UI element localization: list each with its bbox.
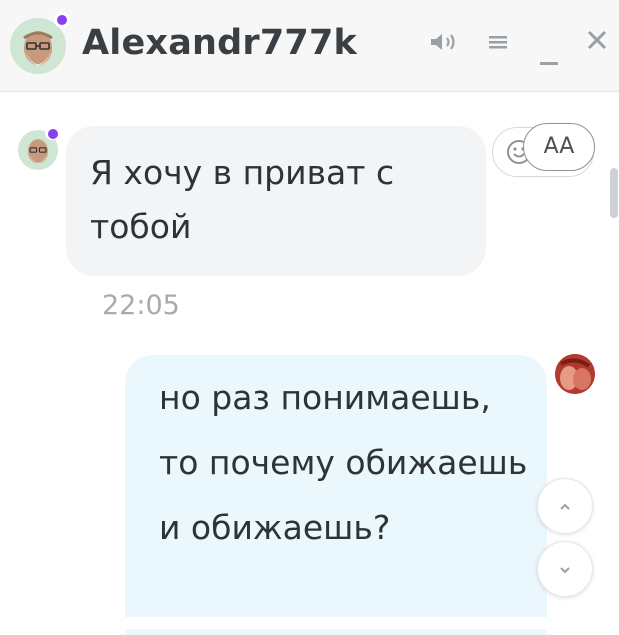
chat-header: Alexandr777k [0, 0, 619, 92]
minimize-icon[interactable] [534, 30, 564, 65]
scroll-down-button[interactable] [537, 541, 593, 597]
sender-online-icon [45, 126, 59, 140]
menu-icon[interactable] [484, 30, 512, 64]
incoming-message-bubble[interactable]: Я хочу в приват с тобой [66, 126, 486, 276]
close-icon[interactable] [582, 28, 612, 62]
speaker-icon[interactable] [424, 30, 464, 64]
message-timestamp: 22:05 [102, 290, 180, 321]
scroll-up-button[interactable] [537, 478, 593, 534]
contact-name[interactable]: Alexandr777k [82, 23, 357, 63]
incoming-message-text: Я хочу в приват с тобой [90, 153, 395, 246]
scrollbar[interactable] [610, 168, 618, 218]
bottom-edge [0, 617, 619, 629]
own-avatar[interactable] [555, 354, 595, 394]
outgoing-message-text: но раз понимаешь, то почему обижаешь и о… [159, 378, 528, 547]
outgoing-message-bubble[interactable]: но раз понимаешь, то почему обижаешь и о… [125, 355, 547, 635]
chevron-down-icon [555, 560, 575, 584]
font-size-button[interactable]: AA [523, 123, 595, 171]
online-status-icon [54, 12, 70, 28]
chevron-up-icon [555, 497, 575, 521]
